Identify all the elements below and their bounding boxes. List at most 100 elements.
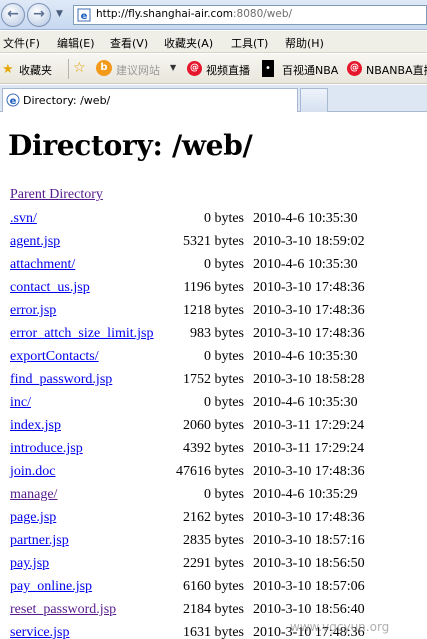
page-content: Directory: /web/ Parent Directory .svn/0… — [0, 113, 427, 639]
file-size: 2291 bytes — [182, 556, 244, 571]
file-link[interactable]: reset_password.jsp — [10, 602, 116, 618]
file-date: 2010-3-11 17:29:24 — [253, 418, 365, 433]
menu-favorites[interactable]: 收藏夹(A) — [164, 35, 213, 51]
file-row: error_attch_size_limit.jsp 983 bytes 2010-… — [0, 325, 427, 348]
file-date: 2010-4-6 10:35:30 — [253, 211, 358, 226]
fav-link-video[interactable]: 视频直播 — [206, 62, 250, 78]
menu-file[interactable]: 文件(F) — [3, 35, 40, 51]
file-link[interactable]: .svn/ — [10, 211, 37, 227]
weibo-icon: @ — [187, 61, 202, 76]
file-row: partner.jsp 2835 bytes 2010-3-10 18:57:16 — [0, 532, 427, 555]
file-row: introduce.jsp 4392 bytes 2010-3-11 17:29:2… — [0, 440, 427, 463]
file-size: 2835 bytes — [182, 533, 244, 548]
history-dropdown-icon[interactable]: ▼ — [56, 9, 63, 19]
menu-view[interactable]: 查看(V) — [110, 35, 148, 51]
file-size: 0 bytes — [203, 349, 244, 364]
address-url: http://fly.shanghai-air.com:8080/web/ — [96, 8, 293, 20]
file-row: .svn/0 bytes 2010-4-6 10:35:30 — [0, 210, 427, 233]
file-link[interactable]: error_attch_size_limit.jsp — [10, 326, 153, 342]
suggested-sites-icon: b — [96, 60, 112, 76]
suggested-sites-button[interactable]: 建议网站 — [116, 62, 160, 78]
file-list: .svn/0 bytes 2010-4-6 10:35:30 agent.jsp 53… — [0, 210, 427, 639]
file-link[interactable]: page.jsp — [10, 510, 56, 526]
tab-directory[interactable]: e Directory: /web/ — [2, 88, 298, 112]
file-date: 2010-4-6 10:35:30 — [253, 349, 358, 364]
tab-title: Directory: /web/ — [23, 94, 111, 107]
svg-text:e: e — [10, 96, 17, 107]
file-link[interactable]: exportContacts/ — [10, 349, 99, 365]
file-row: manage/0 bytes 2010-4-6 10:35:29 — [0, 486, 427, 509]
file-size: 1631 bytes — [182, 625, 244, 639]
file-link[interactable]: partner.jsp — [10, 533, 69, 549]
forward-arrow-icon[interactable]: → — [27, 3, 51, 27]
file-row: contact_us.jsp 1196 bytes 2010-3-10 17:48:… — [0, 279, 427, 302]
file-link[interactable]: error.jsp — [10, 303, 56, 319]
file-link[interactable]: agent.jsp — [10, 234, 60, 250]
file-size: 2184 bytes — [182, 602, 244, 617]
address-bar-row: ← → ▼ e http://fly.shanghai-air.com:8080… — [0, 0, 427, 30]
file-link[interactable]: service.jsp — [10, 625, 69, 639]
file-date: 2010-4-6 10:35:29 — [253, 487, 358, 502]
address-input[interactable]: e http://fly.shanghai-air.com:8080/web/ — [73, 5, 427, 25]
tab-bar: e Directory: /web/ — [0, 85, 427, 112]
file-link[interactable]: contact_us.jsp — [10, 280, 90, 296]
file-date: 2010-3-10 17:48:36 — [253, 303, 365, 318]
file-date: 2010-3-10 17:48:36 — [253, 510, 365, 525]
file-size: 0 bytes — [203, 487, 244, 502]
menu-tools[interactable]: 工具(T) — [231, 35, 268, 51]
file-size: 0 bytes — [203, 257, 244, 272]
page-title: Directory: /web/ — [8, 129, 253, 162]
file-link[interactable]: attachment/ — [10, 257, 75, 273]
svg-text:e: e — [81, 11, 88, 22]
favorites-button[interactable]: 收藏夹 — [19, 62, 52, 78]
fav-link-nbanba[interactable]: NBANBA直播 — [366, 62, 427, 78]
file-link[interactable]: inc/ — [10, 395, 31, 411]
file-size: 5321 bytes — [182, 234, 244, 249]
add-favorite-icon[interactable]: ☆ — [73, 61, 90, 76]
file-date: 2010-4-6 10:35:30 — [253, 257, 358, 272]
menu-bar: 文件(F) 编辑(E) 查看(V) 收藏夹(A) 工具(T) 帮助(H) — [0, 31, 427, 53]
file-size: 47616 bytes — [175, 464, 244, 479]
file-size: 2162 bytes — [182, 510, 244, 525]
chevron-down-icon[interactable]: ▼ — [170, 63, 176, 72]
file-date: 2010-3-10 18:56:50 — [253, 556, 365, 571]
file-date: 2010-3-10 17:48:36 — [253, 326, 365, 341]
fav-link-bestv-nba[interactable]: 百视通NBA — [282, 62, 338, 78]
file-size: 2060 bytes — [182, 418, 244, 433]
file-row: find_password.jsp 1752 bytes 2010-3-10 18:… — [0, 371, 427, 394]
file-row: inc/0 bytes 2010-4-6 10:35:30 — [0, 394, 427, 417]
file-link[interactable]: index.jsp — [10, 418, 61, 434]
menu-edit[interactable]: 编辑(E) — [57, 35, 95, 51]
file-size: 983 bytes — [189, 326, 244, 341]
file-row: index.jsp 2060 bytes 2010-3-11 17:29:24 — [0, 417, 427, 440]
file-date: 2010-3-10 18:59:02 — [253, 234, 365, 249]
watermark: www.vgcyun.org — [290, 620, 390, 634]
file-date: 2010-3-10 18:56:40 — [253, 602, 365, 617]
file-row: join.doc 47616 bytes 2010-3-10 17:48:36 — [0, 463, 427, 486]
file-row: pay_online.jsp 6160 bytes 2010-3-10 18:57:… — [0, 578, 427, 601]
back-arrow-icon[interactable]: ← — [1, 3, 25, 27]
file-link[interactable]: join.doc — [10, 464, 56, 480]
file-date: 2010-4-6 10:35:30 — [253, 395, 358, 410]
nba-logo-icon: • — [262, 60, 274, 77]
file-date: 2010-3-10 18:58:28 — [253, 372, 365, 387]
ie-page-icon: e — [6, 93, 20, 107]
favorites-star-icon[interactable]: ★ — [2, 62, 14, 77]
file-size: 1752 bytes — [182, 372, 244, 387]
file-link[interactable]: pay.jsp — [10, 556, 49, 572]
favorites-bar: ★ 收藏夹 ☆ b 建议网站 ▼ @ 视频直播 • 百视通NBA @ NBANB… — [0, 54, 427, 84]
file-link[interactable]: find_password.jsp — [10, 372, 112, 388]
toolbar-separator — [68, 59, 69, 79]
new-tab-button[interactable] — [300, 88, 328, 112]
file-row: error.jsp 1218 bytes 2010-3-10 17:48:36 — [0, 302, 427, 325]
file-link[interactable]: pay_online.jsp — [10, 579, 92, 595]
file-size: 1196 bytes — [183, 280, 244, 295]
menu-help[interactable]: 帮助(H) — [285, 35, 324, 51]
file-link[interactable]: introduce.jsp — [10, 441, 83, 457]
file-row: pay.jsp 2291 bytes 2010-3-10 18:56:50 — [0, 555, 427, 578]
file-link[interactable]: manage/ — [10, 487, 57, 503]
file-size: 0 bytes — [203, 211, 244, 226]
file-row: attachment/0 bytes 2010-4-6 10:35:30 — [0, 256, 427, 279]
parent-directory-link[interactable]: Parent Directory — [10, 187, 103, 203]
file-size: 6160 bytes — [182, 579, 244, 594]
